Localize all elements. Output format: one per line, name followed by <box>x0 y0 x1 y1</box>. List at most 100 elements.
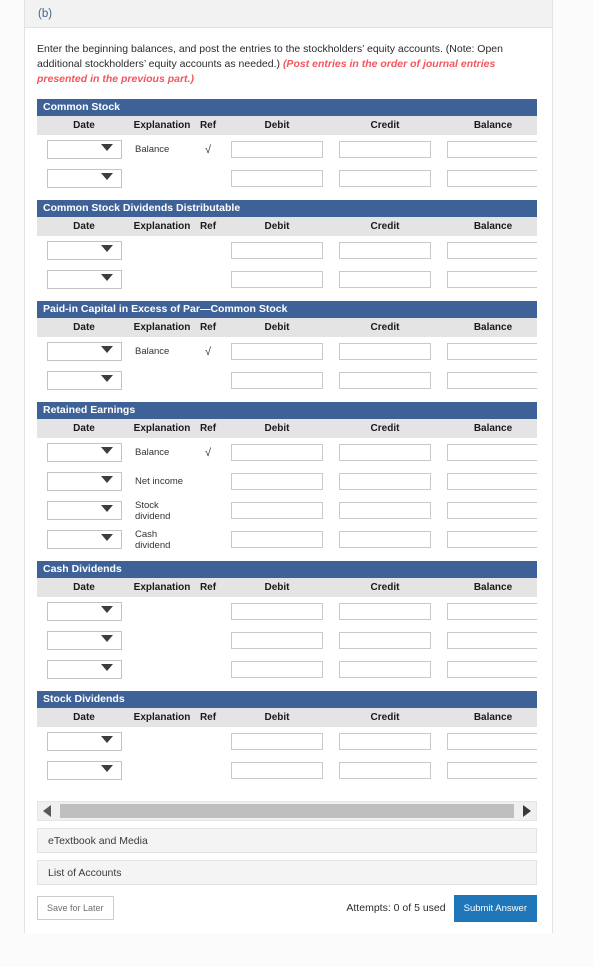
balance-input[interactable] <box>447 444 537 461</box>
date-select[interactable] <box>46 371 122 390</box>
cell-date <box>37 727 131 756</box>
debit-input[interactable] <box>231 444 323 461</box>
debit-input[interactable] <box>231 372 323 389</box>
cell-debit <box>223 438 331 467</box>
cell-date <box>37 496 131 525</box>
credit-input[interactable] <box>339 632 431 649</box>
date-select[interactable] <box>46 342 122 361</box>
table-row <box>37 265 537 294</box>
date-select[interactable] <box>46 241 122 260</box>
column-header-debit: Debit <box>223 217 331 236</box>
debit-input[interactable] <box>231 343 323 360</box>
table-row <box>37 164 537 193</box>
credit-input[interactable] <box>339 372 431 389</box>
scroll-right-button[interactable] <box>518 805 536 817</box>
debit-input[interactable] <box>231 170 323 187</box>
credit-input[interactable] <box>339 473 431 490</box>
etextbook-and-media-panel[interactable]: eTextbook and Media <box>37 828 537 853</box>
cell-explanation <box>131 236 193 265</box>
balance-input[interactable] <box>447 762 537 779</box>
cell-debit <box>223 236 331 265</box>
date-select[interactable] <box>46 602 122 621</box>
balance-input[interactable] <box>447 141 537 158</box>
balance-input[interactable] <box>447 242 537 259</box>
date-select[interactable] <box>46 660 122 679</box>
chevron-down-icon <box>100 664 113 671</box>
balance-input[interactable] <box>447 661 537 678</box>
explanation-label: Balance <box>135 144 170 155</box>
date-select[interactable] <box>46 169 122 188</box>
balance-input[interactable] <box>447 170 537 187</box>
balance-input[interactable] <box>447 271 537 288</box>
debit-input[interactable] <box>231 242 323 259</box>
debit-input[interactable] <box>231 632 323 649</box>
list-of-accounts-panel[interactable]: List of Accounts <box>37 860 537 885</box>
cell-balance <box>439 525 537 554</box>
column-header-ref: Ref <box>193 116 223 135</box>
cell-balance <box>439 236 537 265</box>
card-header: (b) <box>25 0 552 28</box>
credit-input[interactable] <box>339 444 431 461</box>
debit-input[interactable] <box>231 141 323 158</box>
credit-input[interactable] <box>339 762 431 779</box>
credit-input[interactable] <box>339 343 431 360</box>
cell-ref <box>193 467 223 496</box>
debit-input[interactable] <box>231 473 323 490</box>
debit-input[interactable] <box>231 733 323 750</box>
date-select[interactable] <box>46 472 122 491</box>
date-select[interactable] <box>46 501 122 520</box>
cell-debit <box>223 265 331 294</box>
horizontal-scrollbar[interactable] <box>37 801 537 821</box>
balance-input[interactable] <box>447 603 537 620</box>
scrollbar-thumb[interactable] <box>60 804 514 818</box>
date-select[interactable] <box>46 140 122 159</box>
submit-answer-button[interactable]: Submit Answer <box>453 894 537 922</box>
cell-ref <box>193 366 223 395</box>
debit-input[interactable] <box>231 762 323 779</box>
column-header-credit: Credit <box>331 578 439 597</box>
date-select[interactable] <box>46 761 122 780</box>
credit-input[interactable] <box>339 271 431 288</box>
debit-input[interactable] <box>231 502 323 519</box>
balance-input[interactable] <box>447 733 537 750</box>
debit-input[interactable] <box>231 531 323 548</box>
credit-input[interactable] <box>339 141 431 158</box>
debit-input[interactable] <box>231 661 323 678</box>
cell-explanation <box>131 756 193 785</box>
table-row <box>37 597 537 626</box>
column-header-balance: Balance <box>439 116 537 135</box>
triangle-left-icon <box>43 805 51 817</box>
column-header-debit: Debit <box>223 419 331 438</box>
credit-input[interactable] <box>339 531 431 548</box>
ledger-table: Date Explanation Ref Debit Credit Balance <box>37 578 537 684</box>
scroll-left-button[interactable] <box>38 805 56 817</box>
date-select[interactable] <box>46 631 122 650</box>
balance-input[interactable] <box>447 343 537 360</box>
column-header-debit: Debit <box>223 116 331 135</box>
credit-input[interactable] <box>339 603 431 620</box>
check-icon: √ <box>204 345 212 358</box>
ledger-account: Retained Earnings Date Explanation Ref Debit… <box>37 402 537 554</box>
cell-credit <box>331 164 439 193</box>
credit-input[interactable] <box>339 242 431 259</box>
ledger-account: Paid-in Capital in Excess of Par—Common … <box>37 301 537 395</box>
cell-date <box>37 265 131 294</box>
credit-input[interactable] <box>339 661 431 678</box>
balance-input[interactable] <box>447 473 537 490</box>
column-header-explanation: Explanation <box>131 578 193 597</box>
date-select[interactable] <box>46 443 122 462</box>
balance-input[interactable] <box>447 531 537 548</box>
save-for-later-button[interactable]: Save for Later <box>37 896 114 920</box>
chevron-down-icon <box>100 245 113 252</box>
date-select[interactable] <box>46 270 122 289</box>
credit-input[interactable] <box>339 502 431 519</box>
debit-input[interactable] <box>231 271 323 288</box>
balance-input[interactable] <box>447 372 537 389</box>
credit-input[interactable] <box>339 733 431 750</box>
date-select[interactable] <box>46 530 122 549</box>
balance-input[interactable] <box>447 502 537 519</box>
debit-input[interactable] <box>231 603 323 620</box>
date-select[interactable] <box>46 732 122 751</box>
balance-input[interactable] <box>447 632 537 649</box>
credit-input[interactable] <box>339 170 431 187</box>
